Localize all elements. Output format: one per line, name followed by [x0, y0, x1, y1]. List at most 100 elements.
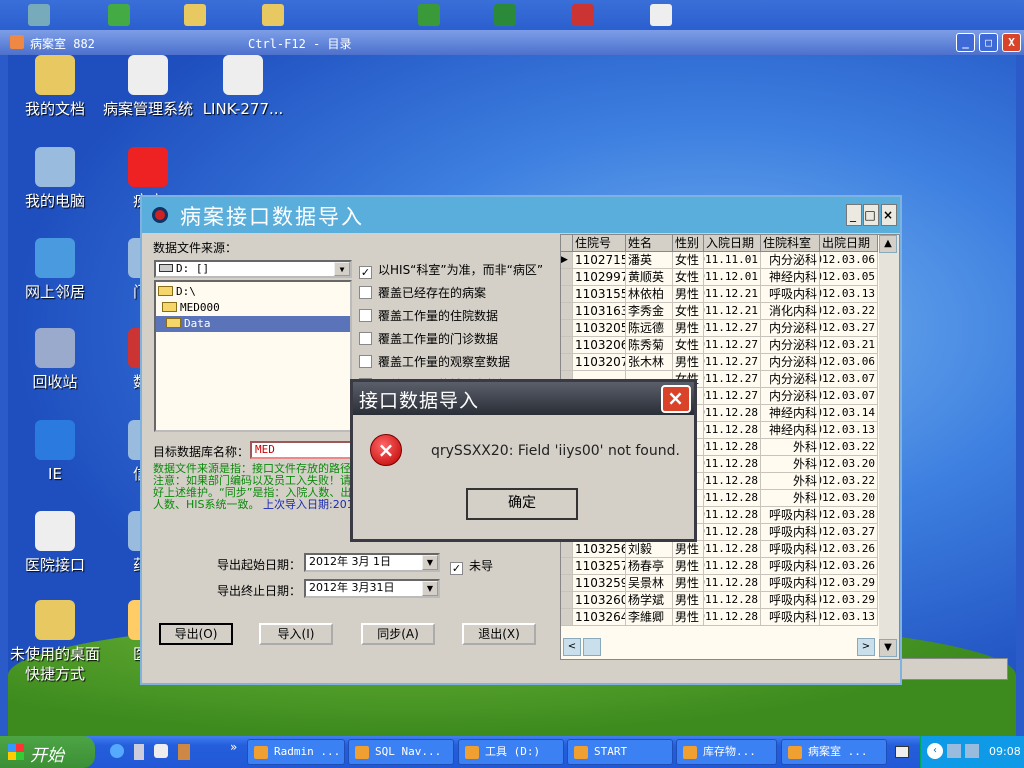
row-indicator[interactable]: [561, 303, 573, 320]
document-icon[interactable]: [650, 4, 672, 26]
not-exported-checkbox[interactable]: ✓ 未导: [450, 557, 493, 575]
column-header[interactable]: 住院科室: [761, 235, 820, 252]
drive-select[interactable]: D: [] ▼: [154, 260, 352, 278]
taskbar-item[interactable]: Radmin ...: [247, 739, 345, 765]
column-header[interactable]: 姓名: [626, 235, 673, 252]
desktop-icon[interactable]: 我的电脑: [10, 147, 100, 211]
chevron-down-icon[interactable]: ▼: [422, 581, 438, 596]
table-row[interactable]: 1103206陈秀菊女性 2011.12.27 内分泌科2012.03.21: [561, 337, 879, 354]
row-indicator[interactable]: [561, 286, 573, 303]
option-checkbox[interactable]: 覆盖已经存在的病案: [359, 284, 486, 301]
row-indicator[interactable]: [561, 575, 573, 592]
network-icon[interactable]: [965, 744, 979, 758]
quicklaunch-overflow-icon[interactable]: »: [230, 740, 237, 754]
option-checkbox[interactable]: 覆盖工作量的门诊数据: [359, 330, 498, 347]
column-header[interactable]: 出院日期: [820, 235, 878, 252]
target-db-input[interactable]: MED: [250, 441, 360, 459]
desktop-icon[interactable]: LINK-277...: [198, 55, 288, 119]
chevron-left-icon[interactable]: ‹: [927, 743, 943, 759]
scroll-left-icon[interactable]: <: [563, 638, 581, 656]
outer-window-titlebar[interactable]: 病案室 882 Ctrl-F12 - 目录 _ □ X: [0, 30, 1024, 55]
desktop-icon[interactable]: 未使用的桌面快捷方式: [10, 600, 100, 684]
taskbar-item[interactable]: 病案室 ...: [781, 739, 887, 765]
desktop-icon[interactable]: 医院接口: [10, 511, 100, 575]
column-header[interactable]: 入院日期: [704, 235, 761, 252]
row-indicator[interactable]: [561, 541, 573, 558]
table-row[interactable]: 1102997黄顺英女性 2011.12.01 神经内科2012.03.05: [561, 269, 879, 286]
table-row[interactable]: 1103264李維卿男性 2011.12.28 呼吸内科2012.03.13: [561, 609, 879, 626]
row-indicator[interactable]: [561, 592, 573, 609]
table-row[interactable]: 1103256刘毅 男性 2011.12.28 呼吸内科2012.03.26: [561, 541, 879, 558]
import-dialog-titlebar[interactable]: 病案接口数据导入 _ □ ×: [142, 197, 900, 233]
minimize-button[interactable]: _: [956, 33, 975, 52]
column-header[interactable]: 性别: [673, 235, 704, 252]
table-row[interactable]: 1103163李秀金女性 2011.12.21 消化内科2012.03.22: [561, 303, 879, 320]
table-row[interactable]: 1103259吴景林男性 2011.12.28 呼吸内科2012.03.29: [561, 575, 879, 592]
close-button[interactable]: X: [1002, 33, 1021, 52]
app-icon[interactable]: [572, 4, 594, 26]
desktop-icon[interactable]: [28, 4, 50, 26]
start-date-picker[interactable]: 2012年 3月 1日 ▼: [304, 553, 440, 572]
horizontal-scrollbar[interactable]: < >: [561, 637, 879, 657]
folder-item-selected[interactable]: Data: [156, 316, 350, 332]
maximize-button[interactable]: □: [979, 33, 998, 52]
folder-icon[interactable]: [184, 4, 206, 26]
export-button[interactable]: 导出(O): [159, 623, 233, 645]
scroll-down-icon[interactable]: ▼: [879, 639, 897, 657]
scroll-right-icon[interactable]: >: [857, 638, 875, 656]
table-row[interactable]: 1103207张木林男性 2011.12.27 内分泌科2012.03.06: [561, 354, 879, 371]
option-checkbox[interactable]: ✓ 以HIS“科室”为准，而非“病区”: [359, 261, 543, 279]
scroll-thumb[interactable]: [583, 638, 601, 656]
shield-icon[interactable]: [108, 4, 130, 26]
minimize-button[interactable]: _: [846, 204, 862, 226]
network-icon[interactable]: [947, 744, 961, 758]
row-indicator[interactable]: [561, 320, 573, 337]
clock[interactable]: 09:08: [989, 745, 1021, 758]
option-checkbox[interactable]: 覆盖工作量的住院数据: [359, 307, 498, 324]
sync-button[interactable]: 同步(A): [361, 623, 435, 645]
table-row[interactable]: 1103205陈远德男性 2011.12.27 内分泌科2012.03.27: [561, 320, 879, 337]
chevron-down-icon[interactable]: ▼: [422, 555, 438, 570]
keyboard-icon[interactable]: [895, 746, 909, 758]
taskbar-item[interactable]: SQL Nav...: [348, 739, 454, 765]
table-row[interactable]: 1103155林依柏男性 2011.12.21 呼吸内科2012.03.13: [561, 286, 879, 303]
import-button[interactable]: 导入(I): [259, 623, 333, 645]
desktop-icon[interactable]: IE: [10, 420, 100, 484]
windows-icon[interactable]: [418, 4, 440, 26]
close-button[interactable]: ×: [661, 385, 691, 413]
row-indicator[interactable]: [561, 354, 573, 371]
table-row[interactable]: 1103257杨春亭男性 2011.12.28 呼吸内科2012.03.26: [561, 558, 879, 575]
ok-button[interactable]: 确定: [466, 488, 578, 520]
folder-list[interactable]: D:\ MED000 Data: [154, 280, 352, 432]
paint-icon[interactable]: [178, 744, 190, 760]
folder-item[interactable]: D:\: [158, 284, 196, 300]
option-checkbox[interactable]: 覆盖工作量的观察室数据: [359, 353, 510, 370]
vertical-scrollbar[interactable]: ▲ ▼: [879, 235, 899, 659]
current-row-arrow-icon[interactable]: ▶: [561, 252, 573, 269]
chevron-down-icon[interactable]: ▼: [334, 262, 350, 276]
row-indicator[interactable]: [561, 337, 573, 354]
close-button[interactable]: ×: [881, 204, 897, 226]
desktop-icon[interactable]: 网上邻居: [10, 238, 100, 302]
folder-icon[interactable]: [262, 4, 284, 26]
row-indicator[interactable]: [561, 558, 573, 575]
desktop-icon[interactable]: 我的文档: [10, 55, 100, 119]
start-button[interactable]: 开始: [0, 736, 95, 768]
maximize-button[interactable]: □: [863, 204, 879, 226]
exit-button[interactable]: 退出(X): [462, 623, 536, 645]
desktop-icon[interactable]: 病案管理系统: [103, 55, 193, 119]
end-date-picker[interactable]: 2012年 3月31日 ▼: [304, 579, 440, 598]
column-header[interactable]: 住院号: [573, 235, 626, 252]
desktop-icon[interactable]: 回收站: [10, 328, 100, 392]
taskbar-item[interactable]: 库存物...: [676, 739, 777, 765]
row-indicator[interactable]: [561, 269, 573, 286]
ie-icon[interactable]: [110, 744, 124, 758]
taskbar-item[interactable]: START: [567, 739, 673, 765]
row-indicator[interactable]: [561, 609, 573, 626]
taskbar-item[interactable]: 工具 (D:): [458, 739, 564, 765]
table-row[interactable]: ▶1102715潘英 女性 2011.11.01 内分泌科2012.03.06: [561, 252, 879, 269]
device-icon[interactable]: [134, 744, 144, 760]
error-dialog-titlebar[interactable]: 接口数据导入 ×: [353, 382, 694, 415]
table-row[interactable]: 1103260杨学斌男性 2011.12.28 呼吸内科2012.03.29: [561, 592, 879, 609]
folder-item[interactable]: MED000: [162, 300, 220, 316]
